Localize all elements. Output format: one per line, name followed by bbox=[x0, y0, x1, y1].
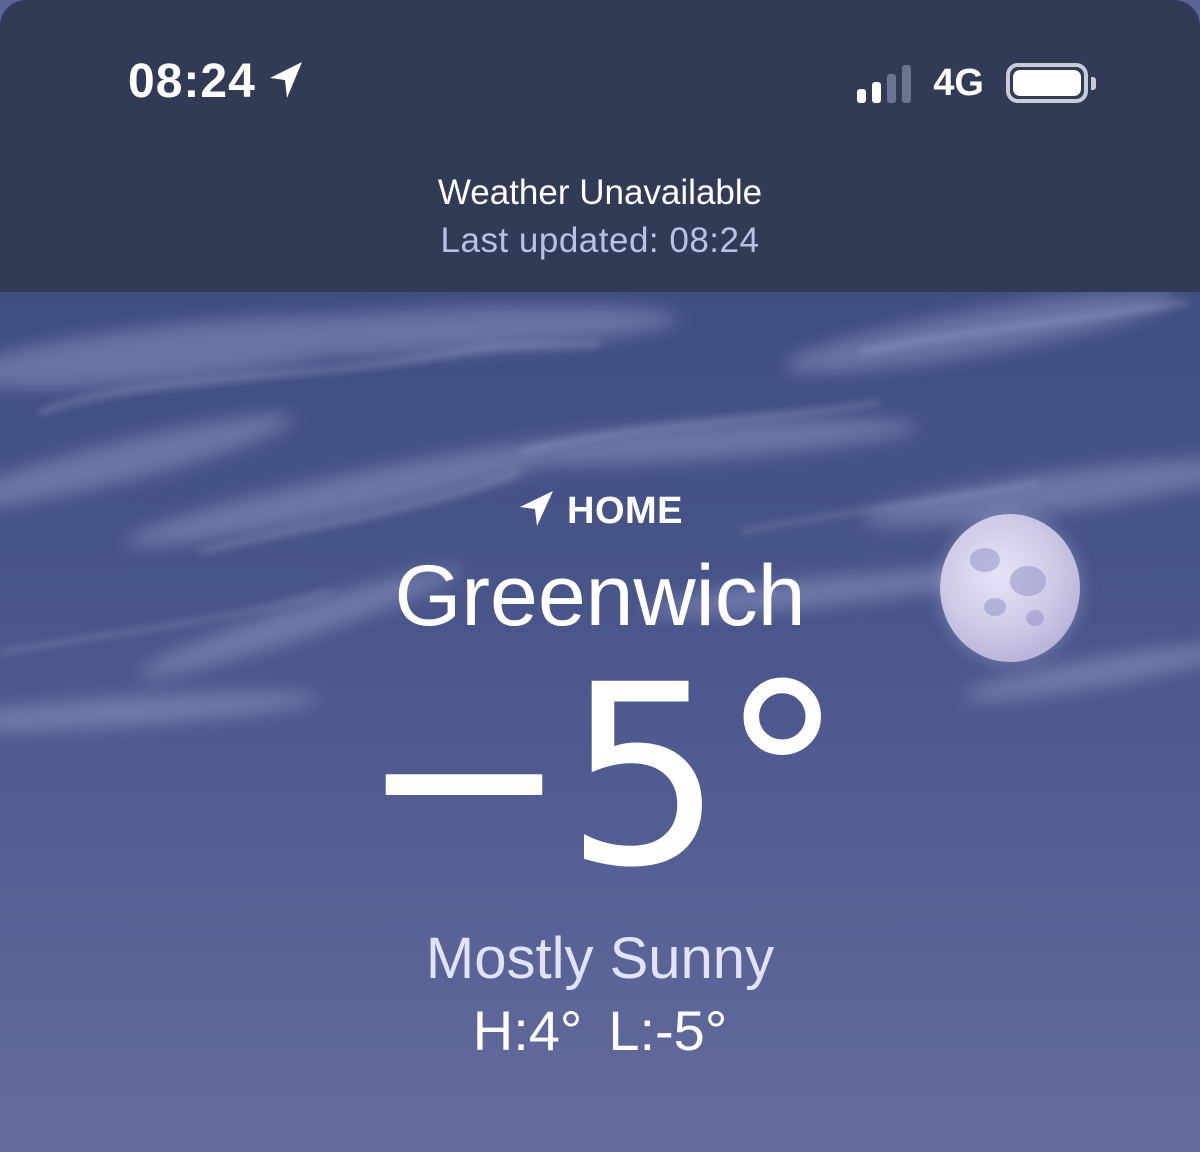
battery-icon bbox=[1006, 63, 1096, 103]
weather-screen: 08:24 4G Weather Unavailable Last update… bbox=[0, 0, 1200, 1152]
weather-condition: Mostly Sunny bbox=[425, 926, 775, 991]
high-low-temperatures: H:4° L:-5° bbox=[0, 998, 1200, 1064]
current-temperature: −5° bbox=[359, 631, 845, 922]
signal-strength-icon bbox=[857, 63, 912, 103]
status-time: 08:24 bbox=[128, 55, 256, 108]
top-banner: 08:24 4G Weather Unavailable Last update… bbox=[0, 0, 1200, 292]
city-name: Greenwich bbox=[394, 548, 806, 644]
last-updated-text: Last updated: 08:24 bbox=[440, 221, 760, 260]
location-label: HOME bbox=[567, 489, 683, 532]
battery-fill bbox=[1013, 70, 1081, 96]
status-time-group: 08:24 bbox=[128, 52, 306, 112]
low-temperature: L:-5° bbox=[608, 999, 728, 1062]
weather-unavailable-title: Weather Unavailable bbox=[437, 173, 763, 212]
location-arrow-icon bbox=[517, 488, 557, 533]
status-bar: 08:24 4G bbox=[0, 0, 1200, 150]
battery-body bbox=[1006, 63, 1088, 103]
location-arrow-icon bbox=[266, 58, 306, 107]
high-temperature: H:4° bbox=[472, 999, 583, 1062]
location-label-group: HOME bbox=[0, 488, 1200, 533]
status-indicators: 4G bbox=[857, 56, 1096, 110]
network-type: 4G bbox=[933, 61, 984, 104]
